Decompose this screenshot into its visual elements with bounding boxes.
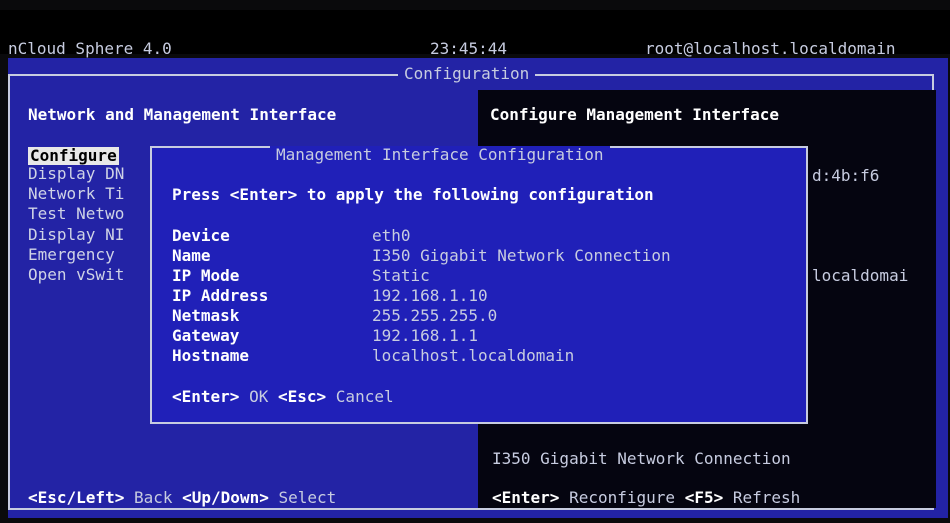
menu-item-open-vswitch[interactable]: Open vSwit bbox=[28, 266, 124, 284]
dialog-actions: <Enter> OK <Esc> Cancel bbox=[172, 388, 394, 406]
field-value-ip-address: 192.168.1.10 bbox=[372, 286, 488, 305]
cancel-button[interactable]: Cancel bbox=[336, 387, 394, 406]
ok-button[interactable]: OK bbox=[249, 387, 268, 406]
field-label-device: Device bbox=[172, 226, 230, 245]
footer-left: <Esc/Left> Back <Up/Down> Select bbox=[28, 489, 336, 507]
right-hostname: localdomai bbox=[812, 266, 909, 285]
field-value-ip-mode: Static bbox=[372, 266, 430, 285]
footer-right: <Enter> Reconfigure <F5> Refresh bbox=[492, 489, 800, 507]
reconfigure-label[interactable]: Reconfigure bbox=[569, 488, 675, 507]
dialog-title: Management Interface Configuration bbox=[270, 146, 610, 164]
reconfigure-key[interactable]: <Enter> bbox=[492, 488, 559, 507]
menu-item-display-dns[interactable]: Display DN bbox=[28, 165, 124, 183]
field-value-gateway: 192.168.1.1 bbox=[372, 326, 478, 345]
field-label-gateway: Gateway bbox=[172, 326, 240, 345]
refresh-label[interactable]: Refresh bbox=[733, 488, 800, 507]
left-panel-title: Network and Management Interface bbox=[28, 105, 337, 124]
menu-item-emergency[interactable]: Emergency bbox=[28, 246, 115, 264]
field-label-hostname: Hostname bbox=[172, 346, 250, 365]
field-label-ip-mode: IP Mode bbox=[172, 266, 240, 285]
field-label-netmask: Netmask bbox=[172, 306, 240, 325]
app-title: nCloud Sphere 4.0 bbox=[8, 39, 172, 58]
right-panel-title: Configure Management Interface bbox=[490, 105, 779, 124]
back-key[interactable]: <Esc/Left> bbox=[28, 488, 124, 507]
menu-item-display-nic[interactable]: Display NI bbox=[28, 226, 124, 244]
menu-item-network-time[interactable]: Network Ti bbox=[28, 185, 124, 203]
nic-name: I350 Gigabit Network Connection bbox=[492, 449, 791, 468]
screen-title: Configuration bbox=[398, 65, 536, 83]
dialog-prompt: Press <Enter> to apply the following con… bbox=[172, 185, 654, 204]
menu-item-test-network[interactable]: Test Netwo bbox=[28, 205, 124, 223]
refresh-key[interactable]: <F5> bbox=[685, 488, 724, 507]
field-label-ip-address: IP Address bbox=[172, 286, 269, 305]
menu-item-configure[interactable]: Configure bbox=[28, 147, 119, 165]
back-label[interactable]: Back bbox=[134, 488, 173, 507]
field-value-name: I350 Gigabit Network Connection bbox=[372, 246, 671, 265]
user-host: root@localhost.localdomain bbox=[645, 39, 896, 58]
field-value-hostname: localhost.localdomain bbox=[372, 346, 575, 365]
select-key[interactable]: <Up/Down> bbox=[182, 488, 269, 507]
clock: 23:45:44 bbox=[430, 39, 508, 58]
ok-key[interactable]: <Enter> bbox=[172, 387, 239, 406]
select-label[interactable]: Select bbox=[278, 488, 336, 507]
cancel-key[interactable]: <Esc> bbox=[278, 387, 326, 406]
mac-address: d:4b:f6 bbox=[812, 166, 880, 185]
field-value-netmask: 255.255.255.0 bbox=[372, 306, 498, 325]
field-label-name: Name bbox=[172, 246, 211, 265]
field-value-device: eth0 bbox=[372, 226, 411, 245]
